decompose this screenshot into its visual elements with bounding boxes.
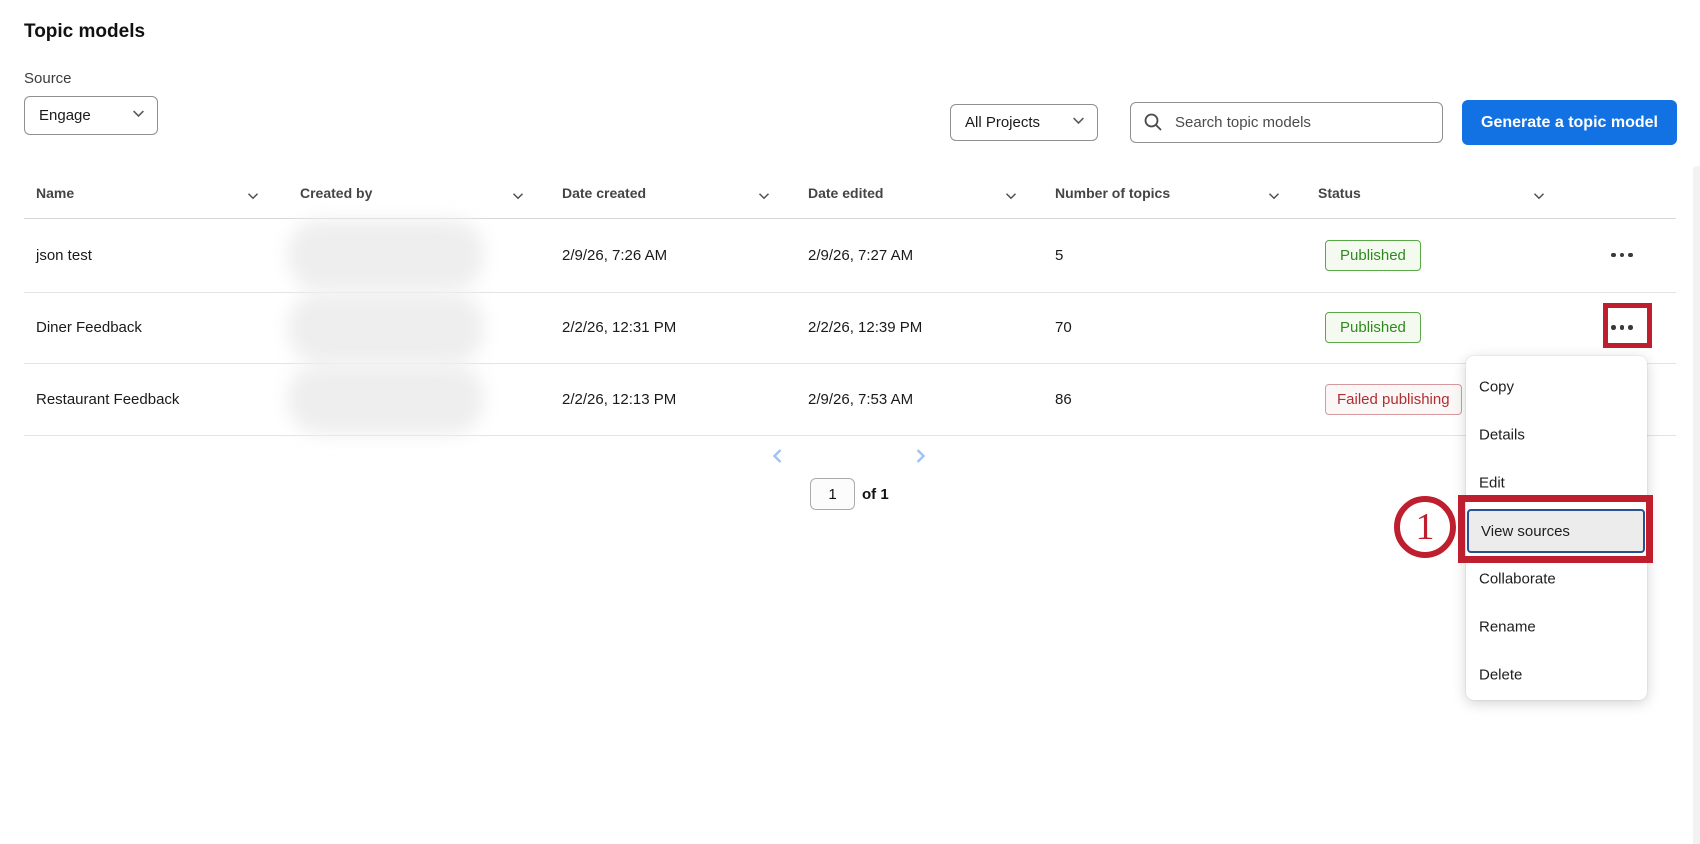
source-select[interactable]: Engage xyxy=(24,96,158,135)
menu-item-copy[interactable]: Copy xyxy=(1479,379,1514,396)
redacted-created-by xyxy=(288,364,484,434)
chevron-down-icon[interactable] xyxy=(1268,189,1280,207)
next-page-button[interactable] xyxy=(908,444,932,468)
date-edited-value: 2/2/26, 12:39 PM xyxy=(808,292,922,363)
search-input[interactable] xyxy=(1130,102,1443,143)
annotation-highlight-view-sources xyxy=(1458,495,1653,563)
annotation-highlight-row-actions xyxy=(1603,303,1652,348)
source-label: Source xyxy=(24,70,72,87)
column-header-number-of-topics[interactable]: Number of topics xyxy=(1055,185,1170,201)
topics-count: 70 xyxy=(1055,292,1072,363)
status-badge: Failed publishing xyxy=(1325,363,1462,435)
search-field xyxy=(1130,102,1443,143)
row-actions-button[interactable] xyxy=(1600,240,1644,270)
page-count-label: of 1 xyxy=(862,486,889,503)
redacted-created-by xyxy=(288,293,484,363)
menu-item-details[interactable]: Details xyxy=(1479,427,1525,444)
chevron-down-icon[interactable] xyxy=(1533,189,1545,207)
table-bottom-divider xyxy=(24,435,1676,436)
table-row: Restaurant Feedback 2/2/26, 12:13 PM 2/9… xyxy=(0,363,1700,435)
menu-item-rename[interactable]: Rename xyxy=(1479,619,1536,636)
page-title: Topic models xyxy=(24,21,145,43)
column-header-created-by[interactable]: Created by xyxy=(300,185,372,201)
menu-item-collaborate[interactable]: Collaborate xyxy=(1479,571,1556,588)
topic-models-page: Topic models Source Engage All Projects … xyxy=(0,0,1700,844)
chevron-down-icon[interactable] xyxy=(512,189,524,207)
table-row: Diner Feedback 2/2/26, 12:31 PM 2/2/26, … xyxy=(0,292,1700,363)
model-name[interactable]: Diner Feedback xyxy=(36,292,142,363)
page-number-input[interactable] xyxy=(810,478,855,510)
chevron-down-icon[interactable] xyxy=(758,189,770,207)
chevron-down-icon[interactable] xyxy=(1005,189,1017,207)
redacted-created-by xyxy=(288,220,484,290)
project-filter-select[interactable]: All Projects xyxy=(950,104,1098,141)
source-select-value: Engage xyxy=(39,107,91,124)
date-edited-value: 2/9/26, 7:27 AM xyxy=(808,218,913,292)
generate-topic-model-button[interactable]: Generate a topic model xyxy=(1462,100,1677,145)
date-edited-value: 2/9/26, 7:53 AM xyxy=(808,363,913,435)
previous-page-button[interactable] xyxy=(766,444,790,468)
chevron-down-icon[interactable] xyxy=(247,189,259,207)
menu-item-delete[interactable]: Delete xyxy=(1479,667,1522,684)
chevron-down-icon xyxy=(132,107,145,124)
model-name[interactable]: json test xyxy=(36,218,92,292)
menu-item-edit[interactable]: Edit xyxy=(1479,475,1505,492)
annotation-step-number: 1 xyxy=(1416,505,1435,549)
date-created-value: 2/2/26, 12:31 PM xyxy=(562,292,676,363)
model-name[interactable]: Restaurant Feedback xyxy=(36,363,179,435)
scrollbar-track[interactable] xyxy=(1693,166,1700,844)
project-filter-value: All Projects xyxy=(965,114,1040,131)
status-badge: Published xyxy=(1325,218,1421,292)
status-badge: Published xyxy=(1325,292,1421,363)
date-created-value: 2/2/26, 12:13 PM xyxy=(562,363,676,435)
chevron-down-icon xyxy=(1072,114,1085,131)
topics-count: 86 xyxy=(1055,363,1072,435)
topics-count: 5 xyxy=(1055,218,1063,292)
column-header-name[interactable]: Name xyxy=(36,185,74,201)
column-header-status[interactable]: Status xyxy=(1318,185,1361,201)
date-created-value: 2/9/26, 7:26 AM xyxy=(562,218,667,292)
column-header-date-edited[interactable]: Date edited xyxy=(808,185,883,201)
table-row: json test 2/9/26, 7:26 AM 2/9/26, 7:27 A… xyxy=(0,218,1700,292)
column-header-date-created[interactable]: Date created xyxy=(562,185,646,201)
annotation-step-circle: 1 xyxy=(1394,496,1456,558)
